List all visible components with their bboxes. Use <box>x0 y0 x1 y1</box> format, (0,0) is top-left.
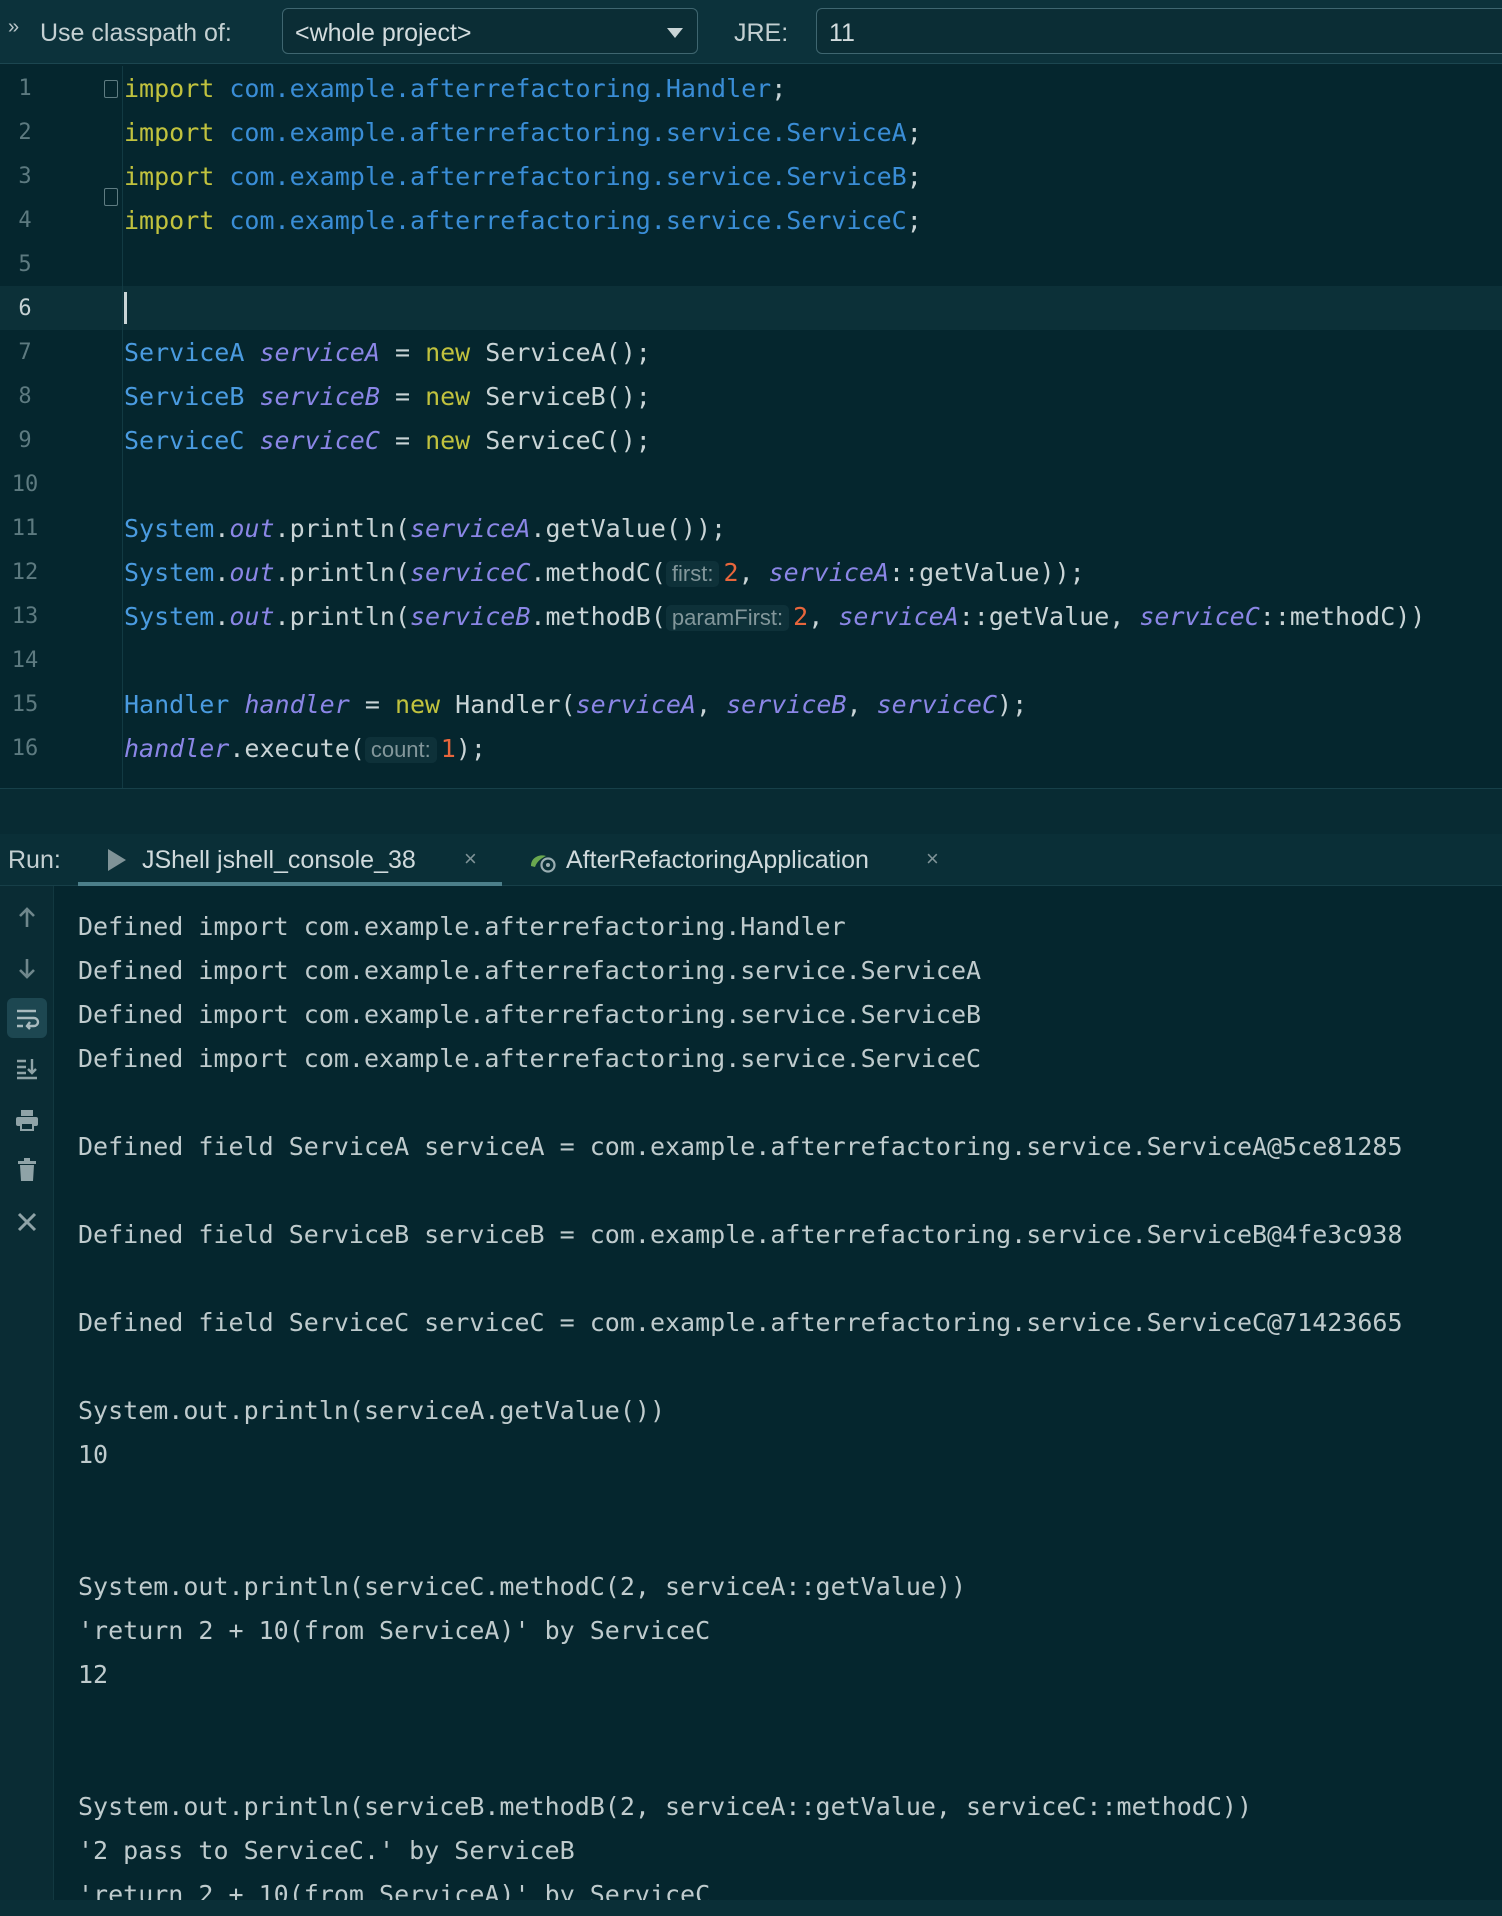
console-line: Defined import com.example.afterrefactor… <box>78 1044 982 1073</box>
line-number: 2 <box>18 120 32 145</box>
run-label: Run: <box>8 846 61 874</box>
line-number: 9 <box>18 428 32 453</box>
code-line-2: import com.example.afterrefactoring.serv… <box>124 118 922 147</box>
jre-value: 11 <box>829 19 855 47</box>
tab-label: JShell jshell_console_38 <box>142 846 416 874</box>
line-number: 13 <box>11 604 39 629</box>
line-number: 1 <box>18 76 32 101</box>
code-line-11: System.out.println(serviceA.getValue()); <box>124 514 727 543</box>
parameter-hint: paramFirst: <box>665 605 790 631</box>
console-line: Defined import com.example.afterrefactor… <box>78 1000 982 1029</box>
code-line-4: import com.example.afterrefactoring.serv… <box>124 206 922 235</box>
arrow-up-icon[interactable] <box>7 898 47 938</box>
line-number: 5 <box>18 252 32 277</box>
line-number: 15 <box>11 692 39 717</box>
fold-marker-icon[interactable] <box>104 80 118 98</box>
arrow-down-icon[interactable] <box>7 948 47 988</box>
code-line-7: ServiceA serviceA = new ServiceA(); <box>124 338 651 367</box>
close-tab-icon[interactable]: × <box>464 846 477 872</box>
code-line-3: import com.example.afterrefactoring.serv… <box>124 162 922 191</box>
print-icon[interactable] <box>7 1100 47 1140</box>
classpath-select[interactable]: <whole project> <box>282 8 698 54</box>
console-line: 12 <box>78 1660 109 1689</box>
line-number: 12 <box>11 560 39 585</box>
code-line-16: handler.execute(count: 1); <box>124 734 486 763</box>
line-number: 14 <box>11 648 39 673</box>
close-icon[interactable] <box>7 1202 47 1242</box>
fold-marker-icon[interactable] <box>104 188 118 206</box>
tab-jshell-console[interactable]: JShell jshell_console_38 × <box>78 834 502 887</box>
trash-icon[interactable] <box>7 1150 47 1190</box>
line-number: 7 <box>18 340 32 365</box>
text-caret <box>124 292 127 324</box>
gutter-separator <box>122 66 123 788</box>
classpath-label: Use classpath of: <box>40 19 232 47</box>
soft-wrap-icon[interactable] <box>7 998 47 1038</box>
parameter-hint: first: <box>665 561 720 587</box>
jre-field[interactable]: 11 <box>816 8 1502 54</box>
line-number: 11 <box>11 516 39 541</box>
code-line-12: System.out.println(serviceC.methodC(firs… <box>124 558 1085 587</box>
code-line-13: System.out.println(serviceB.methodB(para… <box>124 602 1426 631</box>
line-number: 16 <box>11 736 39 761</box>
jshell-toolbar: » Use classpath of: <whole project> JRE:… <box>0 0 1502 64</box>
close-tab-icon[interactable]: × <box>926 846 939 872</box>
console-line: System.out.println(serviceB.methodB(2, s… <box>78 1792 1252 1821</box>
current-line-highlight <box>0 286 1502 330</box>
play-icon <box>108 849 126 871</box>
status-bar <box>0 1900 1502 1916</box>
console-line: Defined import com.example.afterrefactor… <box>78 956 982 985</box>
parameter-hint: count: <box>364 737 437 763</box>
tab-after-refactoring-application[interactable]: AfterRefactoringApplication × <box>524 834 954 886</box>
spring-boot-icon <box>531 855 556 873</box>
code-line-8: ServiceB serviceB = new ServiceB(); <box>124 382 651 411</box>
tab-label: AfterRefactoringApplication <box>566 846 869 874</box>
console-output[interactable]: Defined import com.example.afterrefactor… <box>54 886 1502 1916</box>
run-tab-bar: Run: JShell jshell_console_38 × AfterRef… <box>0 834 1502 887</box>
console-line: Defined field ServiceB serviceB = com.ex… <box>78 1220 1403 1249</box>
line-number: 6 <box>18 296 32 321</box>
code-line-1: import com.example.afterrefactoring.Hand… <box>124 74 787 103</box>
chevron-down-icon <box>667 28 683 38</box>
code-editor[interactable]: 1 2 3 4 5 6 7 8 9 10 11 12 13 14 15 16 import com.examp… <box>0 66 1502 788</box>
console-line: Defined import com.example.afterrefactor… <box>78 912 846 941</box>
scroll-to-end-icon[interactable] <box>7 1048 47 1088</box>
console-line: System.out.println(serviceA.getValue()) <box>78 1396 665 1425</box>
console-line: 10 <box>78 1440 109 1469</box>
jre-label: JRE: <box>734 19 789 47</box>
console-line: '2 pass to ServiceC.' by ServiceB <box>78 1836 575 1865</box>
code-line-15: Handler handler = new Handler(serviceA, … <box>124 690 1028 719</box>
classpath-value: <whole project> <box>295 19 472 47</box>
line-number: 10 <box>11 472 39 497</box>
code-line-9: ServiceC serviceC = new ServiceC(); <box>124 426 651 455</box>
line-number: 4 <box>18 208 32 233</box>
console-line: Defined field ServiceA serviceA = com.ex… <box>78 1132 1403 1161</box>
line-number: 3 <box>18 164 32 189</box>
line-number: 8 <box>18 384 32 409</box>
console-line: System.out.println(serviceC.methodC(2, s… <box>78 1572 967 1601</box>
console-line: 'return 2 + 10(from ServiceA)' by Servic… <box>78 1616 711 1645</box>
panel-splitter[interactable] <box>0 788 1502 834</box>
run-side-toolbar <box>0 886 54 1916</box>
console-line: Defined field ServiceC serviceC = com.ex… <box>78 1308 1403 1337</box>
more-actions-icon[interactable]: » <box>8 16 19 39</box>
